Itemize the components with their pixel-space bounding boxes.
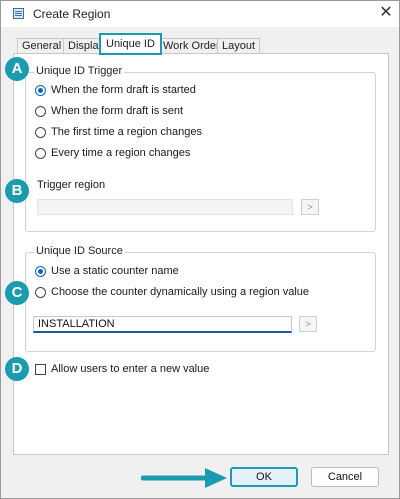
radio-every-region-change-label[interactable]: Every time a region changes [51, 147, 190, 159]
counter-name-input[interactable]: INSTALLATION [33, 316, 292, 333]
radio-draft-started-label[interactable]: When the form draft is started [51, 84, 196, 96]
window-icon [13, 8, 24, 19]
radio-first-region-change-label[interactable]: The first time a region changes [51, 126, 202, 138]
tab-general[interactable]: General [17, 38, 67, 53]
close-icon[interactable]: ✕ [377, 4, 395, 22]
radio-draft-sent[interactable] [35, 106, 46, 117]
trigger-region-browse-button: > [301, 199, 319, 215]
radio-static-counter[interactable] [35, 266, 46, 277]
title-bar: Create Region ✕ [1, 1, 399, 27]
tab-work-order[interactable]: Work Order [158, 38, 225, 53]
radio-draft-sent-label[interactable]: When the form draft is sent [51, 105, 183, 117]
callout-arrow-icon [141, 468, 227, 488]
ok-button[interactable]: OK [230, 467, 298, 487]
callout-badge-a: A [5, 57, 29, 81]
radio-static-counter-label[interactable]: Use a static counter name [51, 265, 179, 277]
counter-browse-button[interactable]: > [299, 316, 317, 332]
cancel-button[interactable]: Cancel [311, 467, 379, 487]
callout-badge-b: B [5, 179, 29, 203]
tab-layout[interactable]: Layout [217, 38, 261, 53]
create-region-dialog: Create Region ✕ General Display Unique I… [0, 0, 400, 499]
radio-dynamic-counter-label[interactable]: Choose the counter dynamically using a r… [51, 286, 309, 298]
trigger-region-field [37, 199, 293, 215]
callout-badge-d: D [5, 357, 29, 381]
trigger-group-label: Unique ID Trigger [34, 65, 125, 77]
allow-new-value-checkbox[interactable] [35, 364, 46, 375]
source-group-label: Unique ID Source [34, 245, 125, 257]
callout-badge-c: C [5, 281, 29, 305]
radio-every-region-change[interactable] [35, 148, 46, 159]
tab-unique-id[interactable]: Unique ID [99, 33, 162, 55]
radio-dynamic-counter[interactable] [35, 287, 46, 298]
tab-panel-unique-id: Unique ID Trigger When the form draft is… [13, 53, 389, 455]
window-title: Create Region [33, 7, 111, 21]
radio-draft-started[interactable] [35, 85, 46, 96]
trigger-region-label: Trigger region [37, 179, 106, 191]
allow-new-value-label[interactable]: Allow users to enter a new value [51, 363, 209, 375]
radio-first-region-change[interactable] [35, 127, 46, 138]
